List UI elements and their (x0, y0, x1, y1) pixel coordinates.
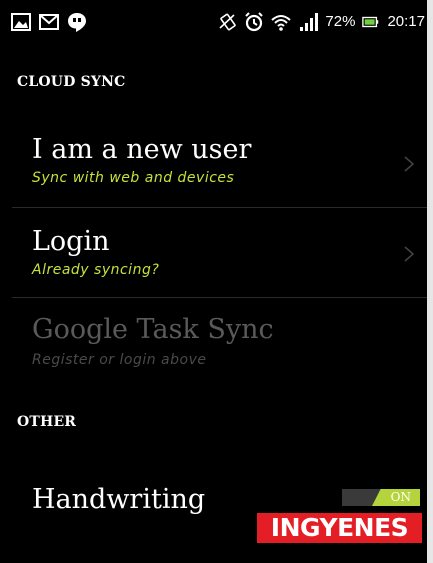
system-icons: 72% 20:17 (217, 12, 425, 32)
list-item-login[interactable]: Login Already syncing? (0, 212, 427, 297)
gmail-icon (39, 14, 59, 30)
battery-percent: 72% (325, 13, 356, 30)
item-title: I am a new user (32, 134, 252, 165)
signal-icon (300, 13, 319, 31)
wifi-icon (271, 15, 292, 31)
item-title: Login (32, 226, 110, 257)
app-screen: 72% 20:17 CLOUD SYNC I am a new user Syn… (0, 0, 433, 563)
item-subtitle: Register or login above (32, 352, 207, 368)
handwriting-toggle[interactable]: ON (342, 489, 420, 506)
divider (12, 297, 427, 298)
list-item-new-user[interactable]: I am a new user Sync with web and device… (0, 125, 427, 207)
alarm-icon (245, 12, 264, 32)
item-subtitle: Sync with web and devices (32, 170, 235, 186)
battery-icon (362, 16, 379, 28)
section-header-cloud-sync: CLOUD SYNC (17, 74, 126, 90)
notification-icons (11, 12, 87, 32)
right-edge (427, 0, 433, 563)
item-subtitle: Already syncing? (32, 262, 160, 278)
gallery-icon (11, 13, 31, 31)
chevron-right-icon (404, 156, 415, 172)
status-bar: 72% 20:17 (0, 0, 427, 44)
toggle-label: ON (390, 490, 411, 504)
chevron-right-icon (404, 246, 415, 262)
clock-time: 20:17 (387, 13, 425, 30)
item-title: Google Task Sync (32, 314, 274, 345)
hangouts-icon (68, 13, 86, 32)
list-item-google-task-sync: Google Task Sync Register or login above (0, 302, 427, 392)
watermark-badge: INGYENES (257, 513, 422, 543)
item-title: Handwriting (32, 484, 206, 515)
vibrate-icon (219, 13, 237, 31)
section-header-other: OTHER (17, 414, 77, 430)
divider (12, 207, 427, 208)
